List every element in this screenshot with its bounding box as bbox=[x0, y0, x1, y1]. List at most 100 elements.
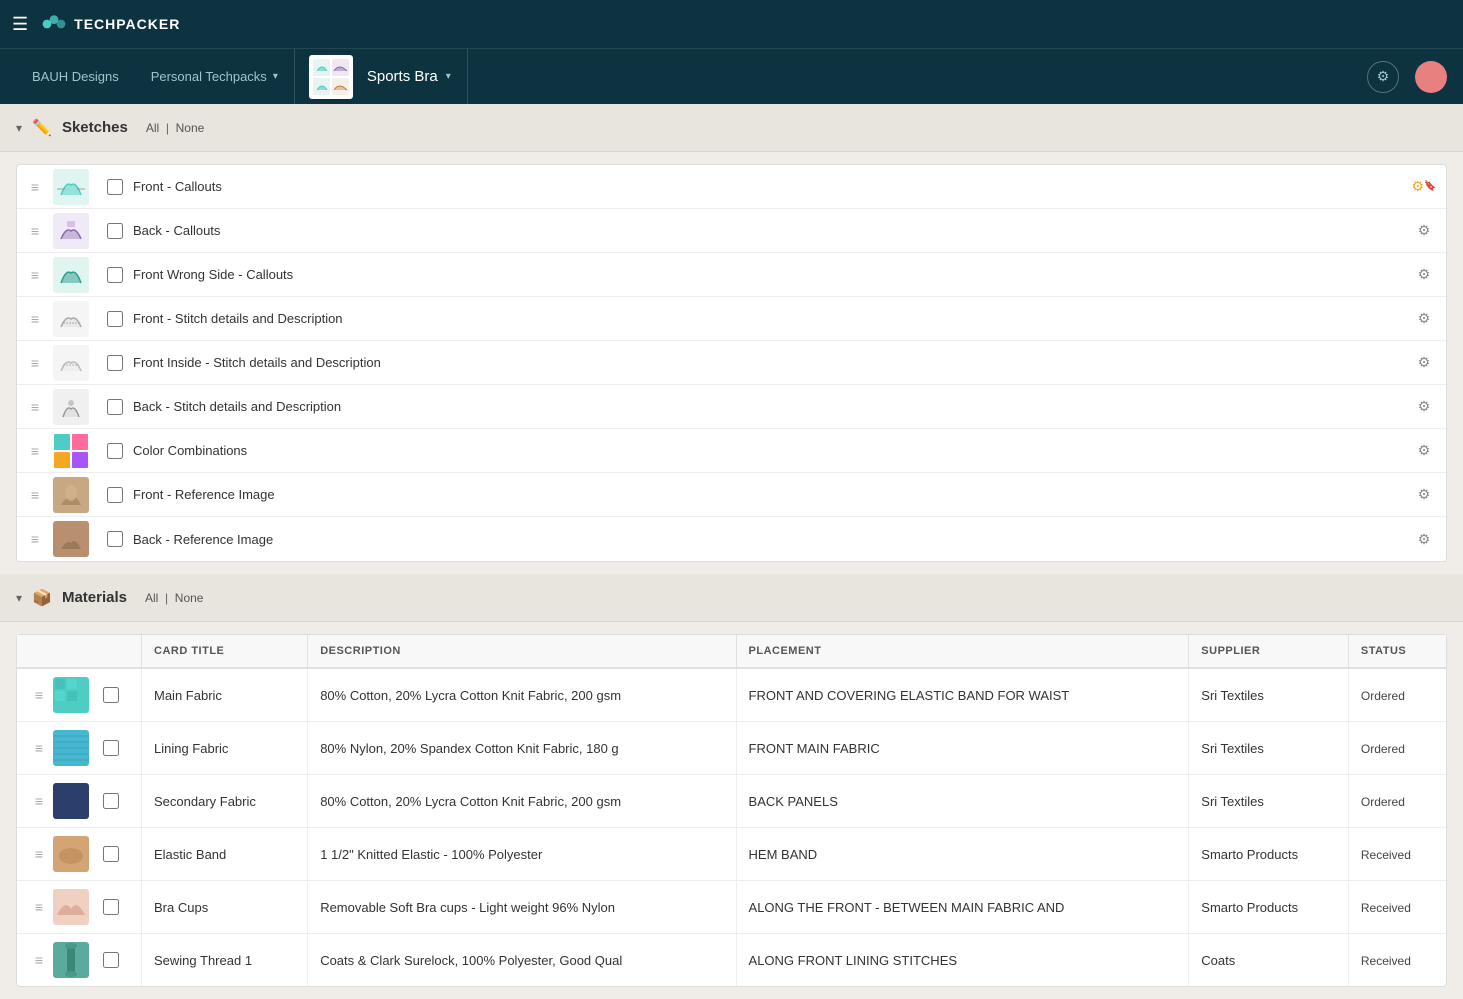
row-controls: ≡ bbox=[17, 934, 142, 987]
sketch-thumbnail bbox=[53, 213, 89, 249]
drag-handle-icon[interactable]: ≡ bbox=[25, 267, 45, 283]
sketch-settings-button[interactable]: ⚙ bbox=[1410, 261, 1438, 289]
sketch-settings-button[interactable]: ⚙ bbox=[1410, 525, 1438, 553]
drag-handle-icon[interactable]: ≡ bbox=[29, 846, 49, 862]
material-checkbox[interactable] bbox=[103, 740, 119, 756]
sketch-settings-button[interactable]: ⚙ bbox=[1410, 481, 1438, 509]
sketch-thumbnail bbox=[53, 521, 89, 557]
user-avatar[interactable] bbox=[1415, 61, 1447, 93]
drag-handle-icon[interactable]: ≡ bbox=[25, 311, 45, 327]
sketches-none-link[interactable]: None bbox=[176, 121, 205, 135]
drag-handle-icon[interactable]: ≡ bbox=[25, 487, 45, 503]
chevron-down-icon: ▾ bbox=[273, 71, 278, 82]
sketches-all-link[interactable]: All bbox=[146, 121, 159, 135]
materials-none-link[interactable]: None bbox=[175, 591, 204, 605]
sketch-thumbnail bbox=[53, 389, 89, 425]
sketch-row: ≡ Front Inside - Stitch details and Desc… bbox=[17, 341, 1446, 385]
drag-handle-icon[interactable]: ≡ bbox=[25, 399, 45, 415]
material-supplier: Smarto Products bbox=[1189, 881, 1349, 934]
sketch-label: Front - Callouts bbox=[133, 179, 1410, 194]
drag-handle-icon[interactable]: ≡ bbox=[25, 355, 45, 371]
sketch-checkbox[interactable] bbox=[107, 223, 123, 239]
table-row: ≡ Lining Fabric 80% Nylon, 20% Spandex C… bbox=[17, 722, 1446, 775]
drag-handle-icon[interactable]: ≡ bbox=[25, 443, 45, 459]
material-placement: HEM BAND bbox=[736, 828, 1189, 881]
sketch-label: Front - Reference Image bbox=[133, 487, 1410, 502]
material-supplier: Coats bbox=[1189, 934, 1349, 987]
material-title: Secondary Fabric bbox=[142, 775, 308, 828]
sketch-label: Front Inside - Stitch details and Descri… bbox=[133, 355, 1410, 370]
row-controls: ≡ bbox=[17, 775, 142, 828]
sketch-checkbox[interactable] bbox=[107, 487, 123, 503]
material-checkbox[interactable] bbox=[103, 793, 119, 809]
sketch-row: ≡ Front - Reference Image ⚙ bbox=[17, 473, 1446, 517]
material-status: Received bbox=[1348, 828, 1446, 881]
sketch-label: Front - Stitch details and Description bbox=[133, 311, 1410, 326]
sketch-thumbnail bbox=[53, 169, 89, 205]
sketches-list: ≡ Front - Callouts ⚙ 🔖 ≡ Back - Callouts… bbox=[16, 164, 1447, 562]
menu-icon[interactable]: ☰ bbox=[12, 14, 28, 35]
sketch-label: Front Wrong Side - Callouts bbox=[133, 267, 1410, 282]
sketch-settings-button[interactable]: ⚙ bbox=[1410, 305, 1438, 333]
sketch-checkbox[interactable] bbox=[107, 311, 123, 327]
materials-table: Card Title DESCRIPTION PLACEMENT SUPPLIE… bbox=[17, 635, 1446, 986]
drag-handle-icon[interactable]: ≡ bbox=[29, 687, 49, 703]
material-description: 80% Nylon, 20% Spandex Cotton Knit Fabri… bbox=[308, 722, 736, 775]
material-thumbnail bbox=[53, 942, 89, 978]
material-checkbox[interactable] bbox=[103, 687, 119, 703]
materials-title: Materials bbox=[62, 589, 127, 606]
status-badge: Received bbox=[1361, 901, 1411, 915]
product-name-section[interactable]: Sports Bra ▾ bbox=[359, 49, 459, 105]
drag-handle-icon[interactable]: ≡ bbox=[29, 952, 49, 968]
material-checkbox[interactable] bbox=[103, 846, 119, 862]
settings-icon: ⚙ bbox=[1377, 68, 1390, 85]
settings-button[interactable]: ⚙ bbox=[1367, 61, 1399, 93]
sketch-checkbox[interactable] bbox=[107, 267, 123, 283]
drag-handle-icon[interactable]: ≡ bbox=[25, 223, 45, 239]
col-description: DESCRIPTION bbox=[308, 635, 736, 668]
row-controls: ≡ bbox=[17, 881, 142, 934]
gear-icon: ⚙ bbox=[1418, 222, 1431, 239]
drag-handle-icon[interactable]: ≡ bbox=[29, 899, 49, 915]
row-controls: ≡ bbox=[17, 828, 142, 881]
sketch-settings-button[interactable]: ⚙ bbox=[1410, 349, 1438, 377]
material-checkbox[interactable] bbox=[103, 899, 119, 915]
breadcrumb-collection[interactable]: Personal Techpacks ▾ bbox=[135, 49, 295, 105]
pencil-icon: ✏️ bbox=[32, 118, 52, 138]
material-thumbnail bbox=[53, 783, 89, 819]
logo-text: TECHPACKER bbox=[74, 16, 180, 32]
material-supplier: Smarto Products bbox=[1189, 828, 1349, 881]
sketch-settings-button[interactable]: ⚙ 🔖 bbox=[1410, 173, 1438, 201]
sketches-toggle[interactable]: ▾ bbox=[16, 121, 22, 135]
status-badge: Ordered bbox=[1361, 795, 1405, 809]
material-checkbox[interactable] bbox=[103, 952, 119, 968]
material-title: Main Fabric bbox=[142, 668, 308, 722]
col-status: STATUS bbox=[1348, 635, 1446, 668]
sketch-checkbox[interactable] bbox=[107, 531, 123, 547]
sketches-title: Sketches bbox=[62, 119, 128, 136]
sketch-checkbox[interactable] bbox=[107, 355, 123, 371]
logo-icon bbox=[40, 14, 68, 34]
drag-handle-icon[interactable]: ≡ bbox=[25, 531, 45, 547]
materials-toggle[interactable]: ▾ bbox=[16, 591, 22, 605]
drag-handle-icon[interactable]: ≡ bbox=[29, 793, 49, 809]
drag-handle-icon[interactable]: ≡ bbox=[29, 740, 49, 756]
material-description: Coats & Clark Surelock, 100% Polyester, … bbox=[308, 934, 736, 987]
sketch-settings-button[interactable]: ⚙ bbox=[1410, 217, 1438, 245]
sketch-settings-button[interactable]: ⚙ bbox=[1410, 393, 1438, 421]
gear-icon: ⚙ bbox=[1418, 266, 1431, 283]
row-controls: ≡ bbox=[17, 722, 142, 775]
sketch-row: ≡ Front Wrong Side - Callouts ⚙ bbox=[17, 253, 1446, 297]
materials-all-link[interactable]: All bbox=[145, 591, 158, 605]
sketch-row: ≡ Back - Callouts ⚙ bbox=[17, 209, 1446, 253]
drag-handle-icon[interactable]: ≡ bbox=[25, 179, 45, 195]
sketch-label: Back - Stitch details and Description bbox=[133, 399, 1410, 414]
sketch-checkbox[interactable] bbox=[107, 443, 123, 459]
breadcrumb-brand[interactable]: BAUH Designs bbox=[16, 49, 135, 105]
header-bar: BAUH Designs Personal Techpacks ▾ Sports… bbox=[0, 48, 1463, 104]
status-badge: Ordered bbox=[1361, 742, 1405, 756]
sketch-checkbox[interactable] bbox=[107, 399, 123, 415]
sketch-checkbox[interactable] bbox=[107, 179, 123, 195]
sketch-settings-button[interactable]: ⚙ bbox=[1410, 437, 1438, 465]
gear-icon: ⚙ bbox=[1418, 531, 1431, 548]
